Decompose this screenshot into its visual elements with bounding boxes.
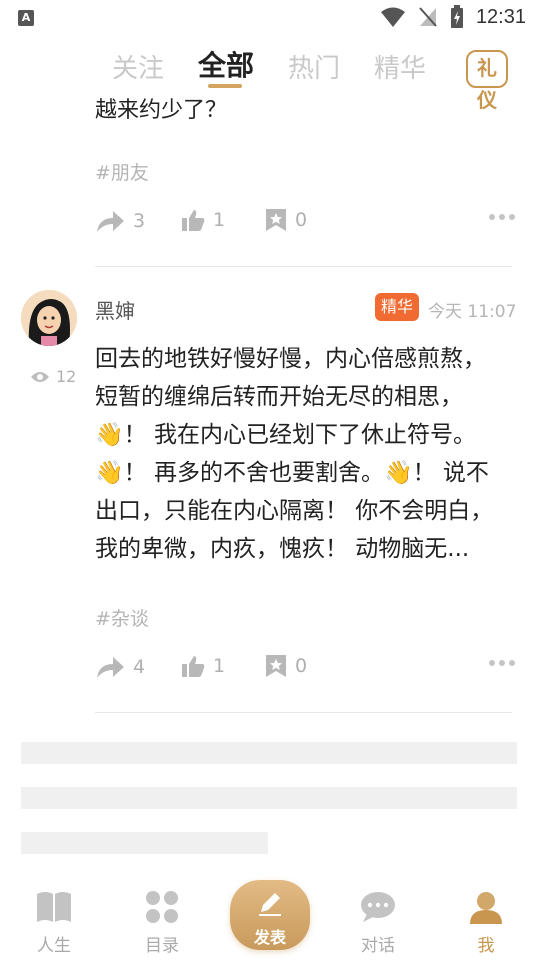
avatar[interactable] (21, 290, 77, 346)
thumbs-up-icon (182, 210, 205, 231)
favorite-count: 0 (295, 655, 308, 677)
nav-life[interactable]: 人生 (19, 890, 89, 956)
repost-button[interactable]: 4 (95, 654, 145, 680)
user-icon (470, 892, 502, 924)
repost-count: 3 (133, 210, 146, 232)
post-line: 我的卑微，内疚，愧疚！ 动物脑无... (95, 536, 470, 562)
tab-all[interactable]: 全部 (198, 44, 254, 84)
like-count: 1 (213, 655, 226, 677)
post-tag[interactable]: #朋友 (95, 158, 149, 185)
nav-label: 人生 (37, 936, 71, 956)
post-body[interactable]: 回去的地铁好慢好慢，内心倍感煎熬， 短暂的缠绵后转而开始无尽的相思， 👋！ 我在… (95, 340, 515, 568)
bookmark-star-icon (266, 209, 286, 231)
more-dot-icon (489, 660, 495, 666)
like-count: 1 (213, 209, 226, 231)
nav-label: 对话 (361, 936, 395, 956)
more-options-button[interactable] (489, 214, 515, 220)
more-dot-icon (509, 660, 515, 666)
loading-placeholder (21, 742, 517, 764)
publish-label: 发表 (253, 928, 286, 947)
nav-label: 我 (477, 936, 495, 956)
more-options-button[interactable] (489, 660, 515, 666)
wifi-icon (380, 7, 405, 27)
post-line: 短暂的缠绵后转而开始无尽的相思， (95, 384, 463, 410)
repost-icon (97, 211, 124, 232)
post-divider (95, 266, 512, 267)
bookmark-star-icon (266, 655, 286, 677)
active-tab-indicator (208, 84, 242, 88)
post-tag[interactable]: #杂谈 (95, 604, 149, 631)
post-actions: 4 1 0 (95, 654, 515, 684)
status-time: 12:31 (475, 5, 526, 28)
post-line: 回去的地铁好慢好慢，内心倍感煎熬， (95, 346, 486, 372)
repost-icon (97, 657, 124, 678)
chat-bubble-icon (361, 892, 395, 922)
post-line: 👋！ 我在内心已经划下了休止符号。 (95, 422, 476, 448)
author-name[interactable]: 黑婶 (95, 295, 135, 324)
nav-label: 目录 (145, 936, 179, 956)
post-line: 出口，只能在内心隔离！ 你不会明白， (95, 498, 494, 524)
app-notification-icon: A (18, 10, 34, 26)
post-divider (95, 712, 512, 713)
eye-icon (31, 371, 49, 382)
like-button[interactable]: 1 (181, 654, 225, 678)
grid-icon (146, 891, 178, 923)
nav-chat[interactable]: 对话 (343, 890, 413, 956)
post-text-partial[interactable]: 越来约少了？ (95, 94, 227, 124)
view-count: 12 (30, 367, 76, 386)
more-dot-icon (509, 214, 515, 220)
view-count-value: 12 (56, 367, 77, 386)
more-dot-icon (499, 660, 505, 666)
loading-placeholder (21, 787, 517, 809)
post-line: 👋！ 再多的不舍也要割舍。👋！ 说不 (95, 460, 489, 486)
tab-featured[interactable]: 精华 (374, 48, 426, 85)
tab-hot[interactable]: 热门 (288, 48, 340, 85)
bottom-nav: 人生 目录 发表 对话 我 (0, 876, 540, 960)
post-actions: 3 1 0 (95, 208, 515, 238)
featured-badge: 精华 (375, 293, 419, 321)
battery-charging-icon (450, 5, 463, 28)
like-button[interactable]: 1 (181, 208, 225, 232)
more-dot-icon (499, 214, 505, 220)
repost-count: 4 (133, 656, 146, 678)
loading-placeholder (21, 832, 268, 854)
status-icons: 12:31 (380, 5, 526, 29)
nav-catalog[interactable]: 目录 (127, 890, 197, 956)
book-icon (37, 892, 71, 922)
repost-button[interactable]: 3 (95, 208, 145, 234)
favorite-button[interactable]: 0 (265, 654, 307, 678)
favorite-count: 0 (295, 209, 308, 231)
no-signal-icon (419, 7, 437, 27)
more-dot-icon (489, 214, 495, 220)
etiquette-button[interactable]: 礼仪 (466, 50, 508, 112)
nav-me[interactable]: 我 (451, 890, 521, 956)
publish-button[interactable]: 发表 (230, 880, 310, 950)
tab-following[interactable]: 关注 (112, 48, 164, 85)
avatar-image (21, 290, 77, 346)
status-bar: A 12:31 (0, 0, 540, 36)
pencil-icon (259, 893, 281, 916)
post-time: 今天 11:07 (428, 302, 517, 322)
thumbs-up-icon (182, 656, 205, 677)
top-tabs: 关注 全部 热门 精华 礼仪 (0, 40, 540, 112)
favorite-button[interactable]: 0 (265, 208, 307, 232)
